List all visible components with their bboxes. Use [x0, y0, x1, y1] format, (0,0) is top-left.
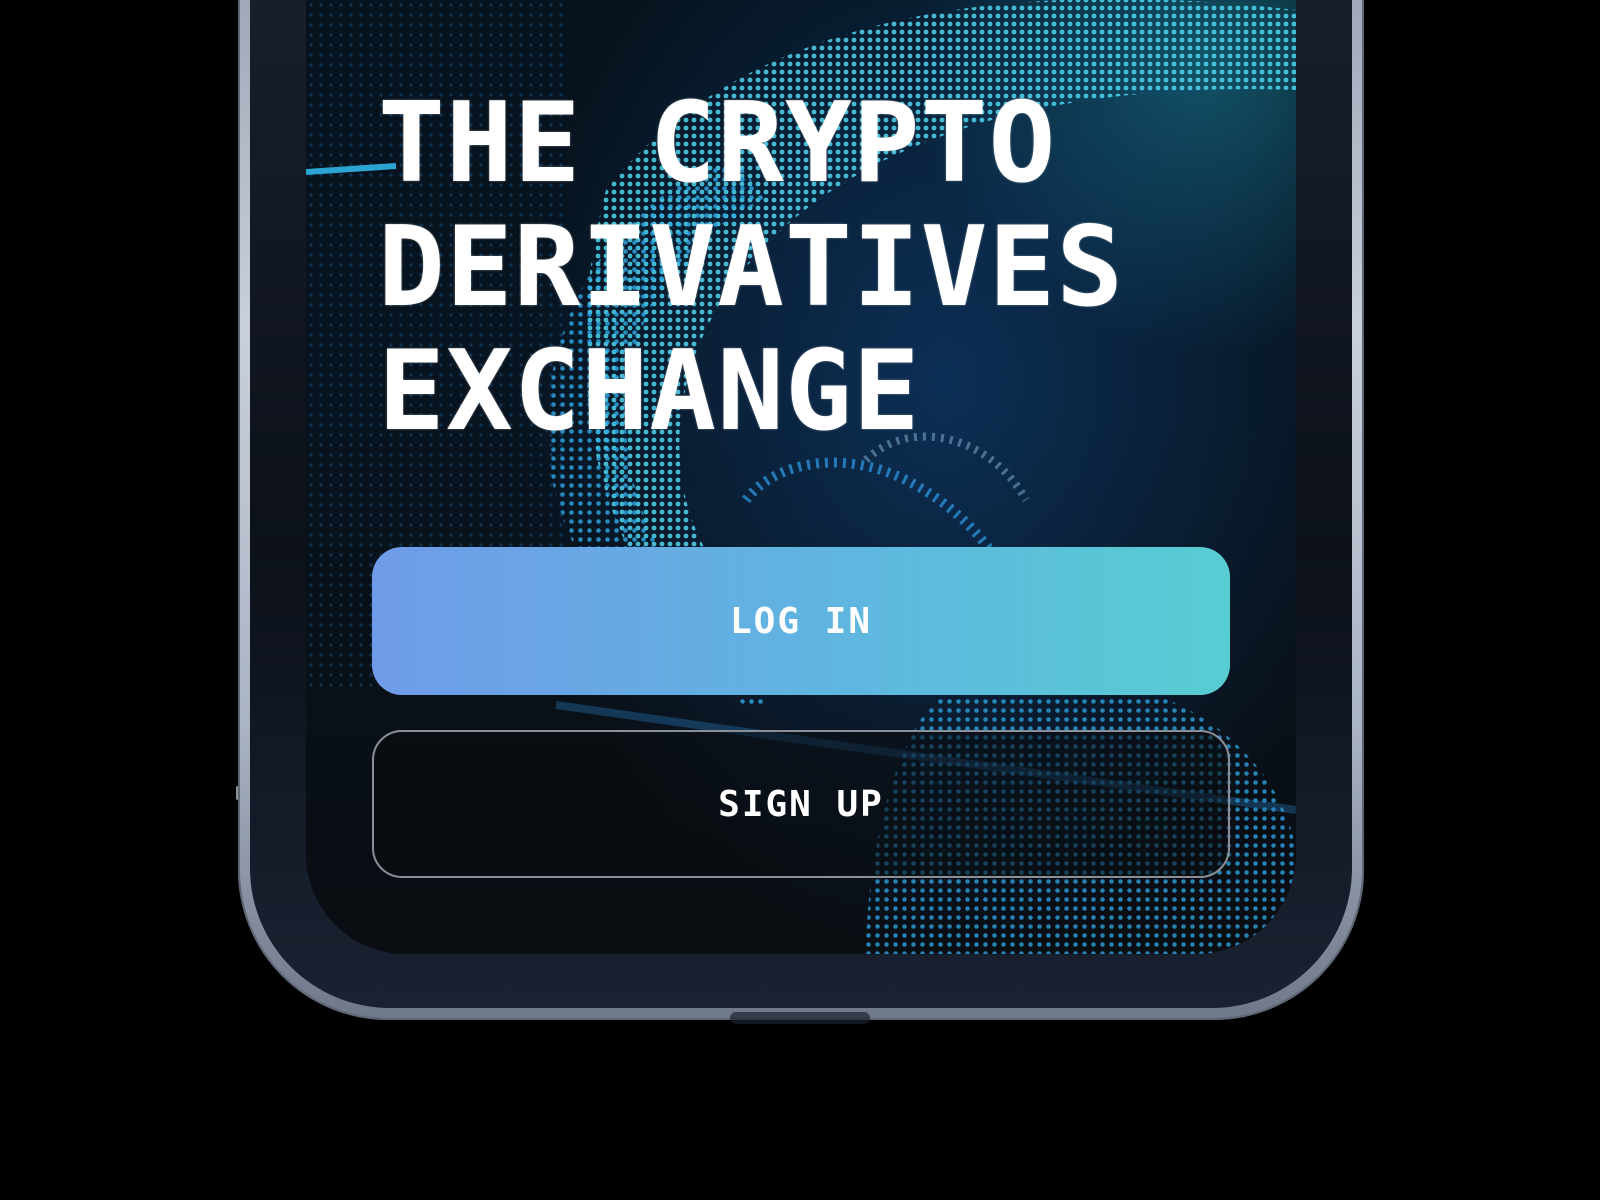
device-mockup-stage: THE CRYPTO DERIVATIVES EXCHANGE LOG IN S… [0, 0, 1600, 1200]
phone-bottom-port [730, 1012, 870, 1024]
headline-line-1: THE CRYPTO [378, 79, 1057, 208]
app-screen: THE CRYPTO DERIVATIVES EXCHANGE LOG IN S… [306, 0, 1296, 954]
login-button[interactable]: LOG IN [372, 547, 1230, 695]
headline-line-2: DERIVATIVES [378, 203, 1125, 332]
signup-button-label: SIGN UP [718, 783, 884, 825]
hero-headline: THE CRYPTO DERIVATIVES EXCHANGE [378, 82, 1124, 454]
signup-button[interactable]: SIGN UP [372, 730, 1230, 878]
headline-line-3: EXCHANGE [378, 327, 921, 456]
login-button-label: LOG IN [729, 600, 873, 642]
